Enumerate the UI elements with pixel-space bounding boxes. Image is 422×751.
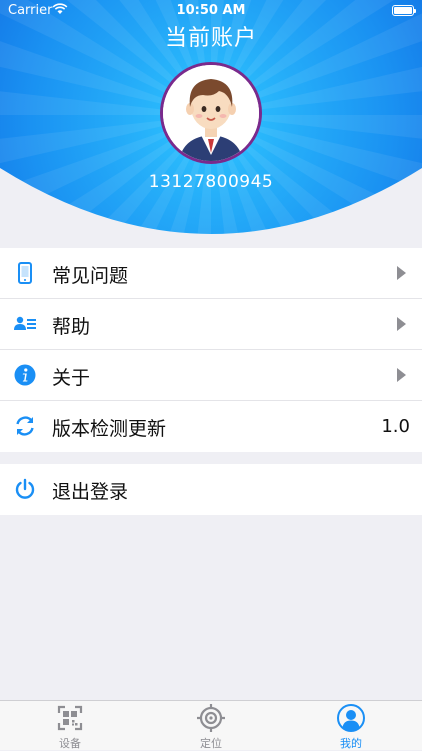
phone-icon <box>18 262 32 284</box>
page-title: 当前账户 <box>164 26 257 51</box>
clock: 10:50 AM <box>176 3 246 18</box>
qr-scan-icon <box>57 705 83 731</box>
about-item[interactable]: 关于 <box>0 350 422 401</box>
avatar[interactable] <box>160 62 262 164</box>
tab-devices-label: 设备 <box>59 737 81 750</box>
logout-label: 退出登录 <box>52 481 129 503</box>
settings-menu: 常见问题 帮助 关于 版本检测更新 1.0 <box>0 248 422 452</box>
version-value: 1.0 <box>381 416 410 437</box>
about-label: 关于 <box>52 367 91 389</box>
user-icon <box>337 704 365 732</box>
tab-bar: 设备 定位 我的 <box>0 700 422 750</box>
target-icon <box>197 704 225 732</box>
status-bar: Carrier 10:50 AM <box>0 0 422 22</box>
tab-mine[interactable]: 我的 <box>301 701 401 751</box>
account-phone-number: 13127800945 <box>148 172 274 192</box>
chevron-right-icon <box>397 317 406 331</box>
version-check-label: 版本检测更新 <box>52 418 167 440</box>
info-icon <box>14 364 36 386</box>
tab-mine-label: 我的 <box>340 737 362 750</box>
help-item[interactable]: 帮助 <box>0 299 422 350</box>
contacts-icon <box>14 316 36 330</box>
tab-devices[interactable]: 设备 <box>20 701 120 751</box>
logout-group: 退出登录 <box>0 464 422 515</box>
tab-location-label: 定位 <box>200 737 222 750</box>
help-label: 帮助 <box>52 316 91 338</box>
version-check-item[interactable]: 版本检测更新 1.0 <box>0 401 422 452</box>
profile-header: Carrier 10:50 AM 当前账户 13127800945 <box>0 0 422 240</box>
faq-label: 常见问题 <box>52 265 129 287</box>
avatar-illustration <box>163 65 259 161</box>
refresh-icon <box>16 416 34 436</box>
logout-button[interactable]: 退出登录 <box>0 464 422 515</box>
power-icon <box>15 478 35 499</box>
chevron-right-icon <box>397 266 406 280</box>
faq-item[interactable]: 常见问题 <box>0 248 422 299</box>
battery-icon <box>392 5 416 16</box>
tab-location[interactable]: 定位 <box>161 701 261 751</box>
chevron-right-icon <box>397 368 406 382</box>
